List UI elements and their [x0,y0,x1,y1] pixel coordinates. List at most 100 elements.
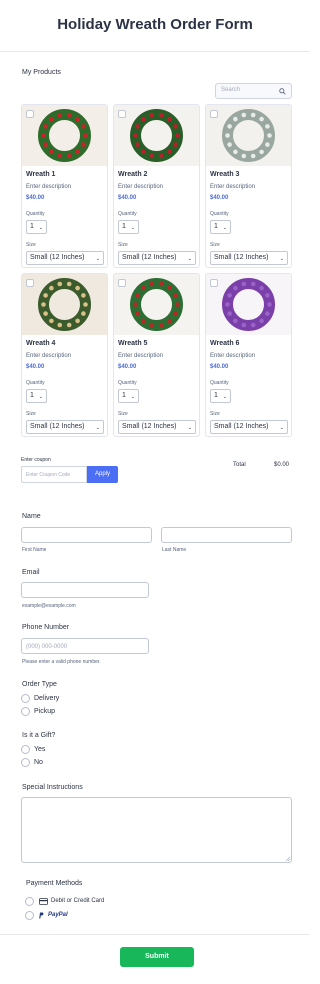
product-checkbox[interactable] [26,110,34,118]
wreath-image [206,274,291,335]
product-card[interactable]: Wreath 3 Enter description $40.00 Quanti… [205,104,292,268]
size-label: Size [210,242,220,248]
radio-card[interactable] [25,897,34,906]
wreath-image [114,105,199,166]
phone-input[interactable]: (000) 000-0000 [21,638,149,654]
card-label: Debit or Credit Card [51,898,105,904]
instructions-textarea[interactable] [21,797,292,863]
header-divider [0,51,310,52]
radio-gift-yes-label: Yes [34,746,46,753]
size-select[interactable]: Small (12 Inches) ⌄ [118,251,196,265]
quantity-value: 1 [30,392,34,399]
name-label: Name [22,513,41,520]
size-select[interactable]: Small (12 Inches) ⌄ [26,251,104,265]
quantity-label: Quantity [26,380,45,386]
size-value: Small (12 Inches) [214,423,269,430]
quantity-select[interactable]: 1 ⌄ [210,220,231,234]
resize-handle-icon[interactable] [285,856,290,861]
quantity-value: 1 [30,223,34,230]
product-description: Enter description [118,353,164,359]
email-sublabel: example@example.com [22,603,76,609]
product-card[interactable]: Wreath 1 Enter description $40.00 Quanti… [21,104,108,268]
quantity-value: 1 [214,223,218,230]
quantity-label: Quantity [210,380,229,386]
quantity-value: 1 [214,392,218,399]
chevron-down-icon: ⌄ [279,425,284,431]
quantity-select[interactable]: 1 ⌄ [118,389,139,403]
last-name-input[interactable] [161,527,292,543]
radio-gift-no[interactable] [21,758,30,767]
phone-sublabel: Please enter a valid phone number. [22,659,101,665]
product-card[interactable]: Wreath 2 Enter description $40.00 Quanti… [113,104,200,268]
product-description: Enter description [26,184,72,190]
size-value: Small (12 Inches) [122,423,177,430]
product-name: Wreath 1 [26,171,56,178]
chevron-down-icon: ⌄ [222,394,227,400]
size-select[interactable]: Small (12 Inches) ⌄ [118,420,196,434]
size-label: Size [26,411,36,417]
gift-label: Is it a Gift? [22,732,56,739]
chevron-down-icon: ⌄ [187,425,192,431]
product-price: $40.00 [118,195,137,201]
paypal-label: PayPal [48,912,68,918]
size-value: Small (12 Inches) [30,423,85,430]
chevron-down-icon: ⌄ [38,225,43,231]
order-type-label: Order Type [22,681,57,688]
first-name-input[interactable] [21,527,152,543]
quantity-value: 1 [122,392,126,399]
product-name: Wreath 4 [26,340,56,347]
product-price: $40.00 [26,364,45,370]
size-value: Small (12 Inches) [214,254,269,261]
chevron-down-icon: ⌄ [222,225,227,231]
search-placeholder: Search [221,87,241,93]
coupon-code-input[interactable]: Enter Coupon Code [21,466,87,483]
phone-label: Phone Number [22,624,70,631]
radio-delivery-label: Delivery [34,695,60,702]
chevron-down-icon: ⌄ [279,256,284,262]
product-card[interactable]: Wreath 4 Enter description $40.00 Quanti… [21,273,108,437]
quantity-label: Quantity [210,211,229,217]
product-price: $40.00 [118,364,137,370]
size-label: Size [26,242,36,248]
product-search-input[interactable]: Search [215,83,292,99]
size-select[interactable]: Small (12 Inches) ⌄ [210,251,288,265]
size-label: Size [118,242,128,248]
quantity-label: Quantity [26,211,45,217]
radio-pickup-label: Pickup [34,708,56,715]
chevron-down-icon: ⌄ [95,256,100,262]
size-select[interactable]: Small (12 Inches) ⌄ [210,420,288,434]
apply-coupon-button[interactable]: Apply [87,466,118,483]
form-title: Holiday Wreath Order Form [57,16,253,33]
quantity-select[interactable]: 1 ⌄ [118,220,139,234]
submit-button[interactable]: Submit [120,947,194,967]
quantity-select[interactable]: 1 ⌄ [26,389,47,403]
product-description: Enter description [26,353,72,359]
radio-pickup[interactable] [21,707,30,716]
radio-delivery[interactable] [21,694,30,703]
products-section-label: My Products [22,69,61,76]
product-card[interactable]: Wreath 5 Enter description $40.00 Quanti… [113,273,200,437]
product-name: Wreath 2 [118,171,148,178]
product-checkbox[interactable] [118,110,126,118]
product-card[interactable]: Wreath 6 Enter description $40.00 Quanti… [205,273,292,437]
product-checkbox[interactable] [26,279,34,287]
radio-paypal[interactable] [25,911,34,920]
size-label: Size [118,411,128,417]
first-name-sublabel: First Name [22,547,47,553]
email-field[interactable] [21,582,149,598]
wreath-image [206,105,291,166]
radio-gift-no-label: No [34,759,43,766]
product-price: $40.00 [210,195,229,201]
radio-gift-yes[interactable] [21,745,30,754]
quantity-select[interactable]: 1 ⌄ [210,389,231,403]
size-select[interactable]: Small (12 Inches) ⌄ [26,420,104,434]
product-checkbox[interactable] [118,279,126,287]
product-checkbox[interactable] [210,279,218,287]
chevron-down-icon: ⌄ [130,225,135,231]
chevron-down-icon: ⌄ [38,394,43,400]
quantity-select[interactable]: 1 ⌄ [26,220,47,234]
paypal-label-text: PayPal [48,912,68,918]
product-description: Enter description [210,353,256,359]
wreath-image [114,274,199,335]
product-checkbox[interactable] [210,110,218,118]
